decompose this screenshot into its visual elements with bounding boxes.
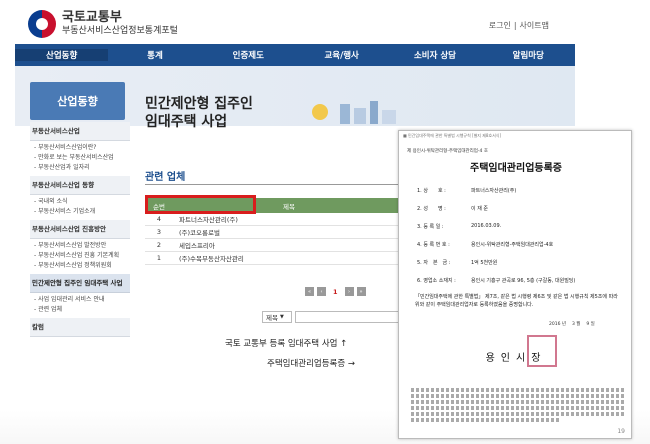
table-row[interactable]: 1 (주)수목부동산자산관리 [145, 252, 405, 265]
sitemap-link[interactable]: 사이트맵 [520, 21, 549, 30]
sidebar-item[interactable]: - 부동산서비스 기업소개 [30, 207, 130, 217]
row-title[interactable]: (주)코오롱로벌 [173, 227, 405, 237]
highlight-box [145, 195, 256, 214]
sidebar-item[interactable]: - 부동산산업과 일자리 [30, 163, 130, 173]
field-value: 용인시 기흥구 관곡로 96, 5층 (구갈동, 대원빌딩) [471, 278, 576, 284]
official-seal-stamp [527, 335, 557, 367]
sidebar-item[interactable]: - 부동산서비스산업 발전방안 [30, 241, 130, 251]
main-nav: 산업동향 통계 인증제도 교육/행사 소비자 상담 알림마당 [15, 44, 575, 66]
sidebar-item[interactable]: - 만화로 보는 부동산서비스산업 [30, 153, 130, 163]
field-value: 용인시-위탁관리형-주택임대관리업-4호 [471, 242, 554, 248]
prev-page-icon[interactable]: ‹ [317, 287, 326, 296]
row-number: 1 [156, 254, 162, 262]
row-number: 3 [156, 228, 162, 236]
sidebar-item[interactable]: - 부동산서비스산업이란? [30, 143, 130, 153]
sidebar-group-column[interactable]: 칼럼 [30, 318, 130, 337]
pagination: « ‹ 1 › » [305, 287, 366, 296]
page: 국토교통부 부동산서비스산업정보통계포털 로그인 | 사이트맵 산업동향 통계 인증… [0, 0, 650, 444]
banner-illustration [312, 101, 396, 124]
field-value: 1억 5천만원 [471, 260, 498, 266]
field-value: 2016.03.09. [471, 223, 502, 229]
sidebar-item[interactable]: - 국내외 소식 [30, 197, 130, 207]
field-label: 4. 등 록 번 호 : [417, 242, 450, 248]
sidebar-item[interactable]: - 부동산서비스산업 정책위원회 [30, 261, 130, 271]
caption-registration-certificate: 주택임대관리업등록증 → [267, 359, 356, 369]
table-row[interactable]: 4 파트너스자산관리(주) [145, 213, 405, 226]
sidebar-item[interactable]: - 부동산서비스산업 진흥 기본계획 [30, 251, 130, 261]
sidebar: 부동산서비스산업 - 부동산서비스산업이란? - 만화로 보는 부동산서비스산업… [30, 122, 130, 337]
nav-item-consumer[interactable]: 소비자 상담 [388, 49, 481, 61]
search-field-value: 제목 [266, 314, 278, 322]
certificate-footnote-lines [411, 386, 625, 424]
row-title[interactable]: 파트너스자산관리(주) [173, 214, 405, 224]
registration-certificate: ■ 민간임대주택에 관한 특별법 시행규칙 [별지 제8호서식] 제 용인시-위… [398, 130, 632, 439]
table-row[interactable]: 3 (주)코오롱로벌 [145, 226, 405, 239]
row-number: 2 [156, 241, 162, 249]
ministry-logo[interactable]: 국토교통부 부동산서비스산업정보통계포털 [28, 10, 178, 38]
last-page-icon[interactable]: » [356, 287, 366, 296]
sidebar-item-related-companies[interactable]: - 관련 업체 [30, 305, 130, 315]
logo-title: 국토교통부 [62, 10, 122, 25]
top-links: 로그인 | 사이트맵 [488, 21, 549, 30]
field-label: 5. 자 본 금 : [417, 260, 451, 266]
sidebar-sublist: - 국내외 소식 - 부동산서비스 기업소개 [30, 195, 130, 220]
login-link[interactable]: 로그인 [489, 21, 511, 30]
caption-registered-business: 국토 교통부 등록 임대주택 사업 ↑ [225, 339, 348, 349]
certificate-issuer: 용인시장 [485, 353, 547, 364]
certificate-form-note: ■ 민간임대주택에 관한 특별법 시행규칙 [별지 제8호서식] [403, 133, 502, 138]
sidebar-title: 산업동향 [30, 82, 125, 120]
chevron-down-icon: ▼ [279, 314, 284, 320]
sidebar-group-rental-housing[interactable]: 민간제안형 집주인 임대주택 사업 [30, 274, 130, 293]
certificate-field: 1. 상 호 : 파트너스자산관리(주) [417, 187, 516, 194]
sidebar-group-trends[interactable]: 부동산서비스산업 동향 [30, 176, 130, 195]
certificate-field: 5. 자 본 금 : 1억 5천만원 [417, 259, 497, 266]
sidebar-item[interactable]: - 사업 임대관리 서비스 안내 [30, 295, 130, 305]
field-label: 1. 상 호 : [417, 188, 446, 194]
sidebar-group-promotion[interactable]: 부동산서비스산업 진흥방안 [30, 220, 130, 239]
field-value: 이 재 준 [471, 206, 488, 212]
certificate-body-text: 「민간임대주택에 관한 특별법」 제7조, 같은 법 시행령 제6조 및 같은 … [415, 294, 618, 308]
field-label: 2. 성 명 : [417, 206, 446, 212]
field-label: 3. 등 록 일 : [417, 224, 444, 230]
ministry-emblem-icon [28, 10, 56, 38]
search-field-select[interactable]: 제목 ▼ [262, 311, 292, 323]
search-bar: 제목 ▼ [262, 311, 405, 323]
sidebar-group-industry[interactable]: 부동산서비스산업 [30, 122, 130, 141]
certificate-code: 제 용인시-위탁관리형-주택임대관리업-4 호 [407, 149, 488, 154]
nav-item-education[interactable]: 교육/행사 [295, 49, 388, 61]
next-page-icon[interactable]: › [344, 287, 354, 296]
banner-title: 민간제안형 집주인 [145, 96, 253, 112]
certificate-date: 2016 년 3 월 9 일 [549, 322, 595, 327]
nav-item-industry[interactable]: 산업동향 [15, 49, 109, 61]
section-title: 관련 업체 [145, 172, 186, 183]
certificate-title: 주택임대관리업등록증 [470, 163, 562, 174]
field-label: 6. 영업소 소재지 : [417, 278, 456, 284]
row-title[interactable]: (주)수목부동산자산관리 [173, 253, 405, 263]
search-input[interactable] [295, 311, 405, 323]
nav-item-notice[interactable]: 알림마당 [482, 49, 575, 61]
sidebar-sublist: - 사업 임대관리 서비스 안내 - 관련 업체 [30, 293, 130, 318]
page-number-current[interactable]: 1 [333, 288, 338, 296]
section-divider [145, 184, 405, 185]
certificate-field: 2. 성 명 : 이 재 준 [417, 205, 488, 212]
nav-item-certification[interactable]: 인증제도 [202, 49, 295, 61]
banner-subtitle: 임대주택 사업 [145, 114, 228, 130]
logo-subtitle: 부동산서비스산업정보통계포털 [62, 26, 178, 36]
table-row[interactable]: 2 세입스프리아 [145, 239, 405, 252]
nav-item-statistics[interactable]: 통계 [108, 49, 201, 61]
sidebar-sublist: - 부동산서비스산업 발전방안 - 부동산서비스산업 진흥 기본계획 - 부동산… [30, 239, 130, 274]
certificate-field: 4. 등 록 번 호 : 용인시-위탁관리형-주택임대관리업-4호 [417, 241, 553, 248]
sidebar-sublist: - 부동산서비스산업이란? - 만화로 보는 부동산서비스산업 - 부동산산업과… [30, 141, 130, 176]
row-title[interactable]: 세입스프리아 [173, 240, 405, 250]
first-page-icon[interactable]: « [305, 287, 314, 296]
certificate-field: 3. 등 록 일 : 2016.03.09. [417, 223, 501, 230]
page-number: 19 [617, 428, 625, 435]
field-value: 파트너스자산관리(주) [471, 188, 517, 194]
certificate-field: 6. 영업소 소재지 : 용인시 기흥구 관곡로 96, 5층 (구갈동, 대원… [417, 277, 575, 284]
row-number: 4 [156, 215, 162, 223]
